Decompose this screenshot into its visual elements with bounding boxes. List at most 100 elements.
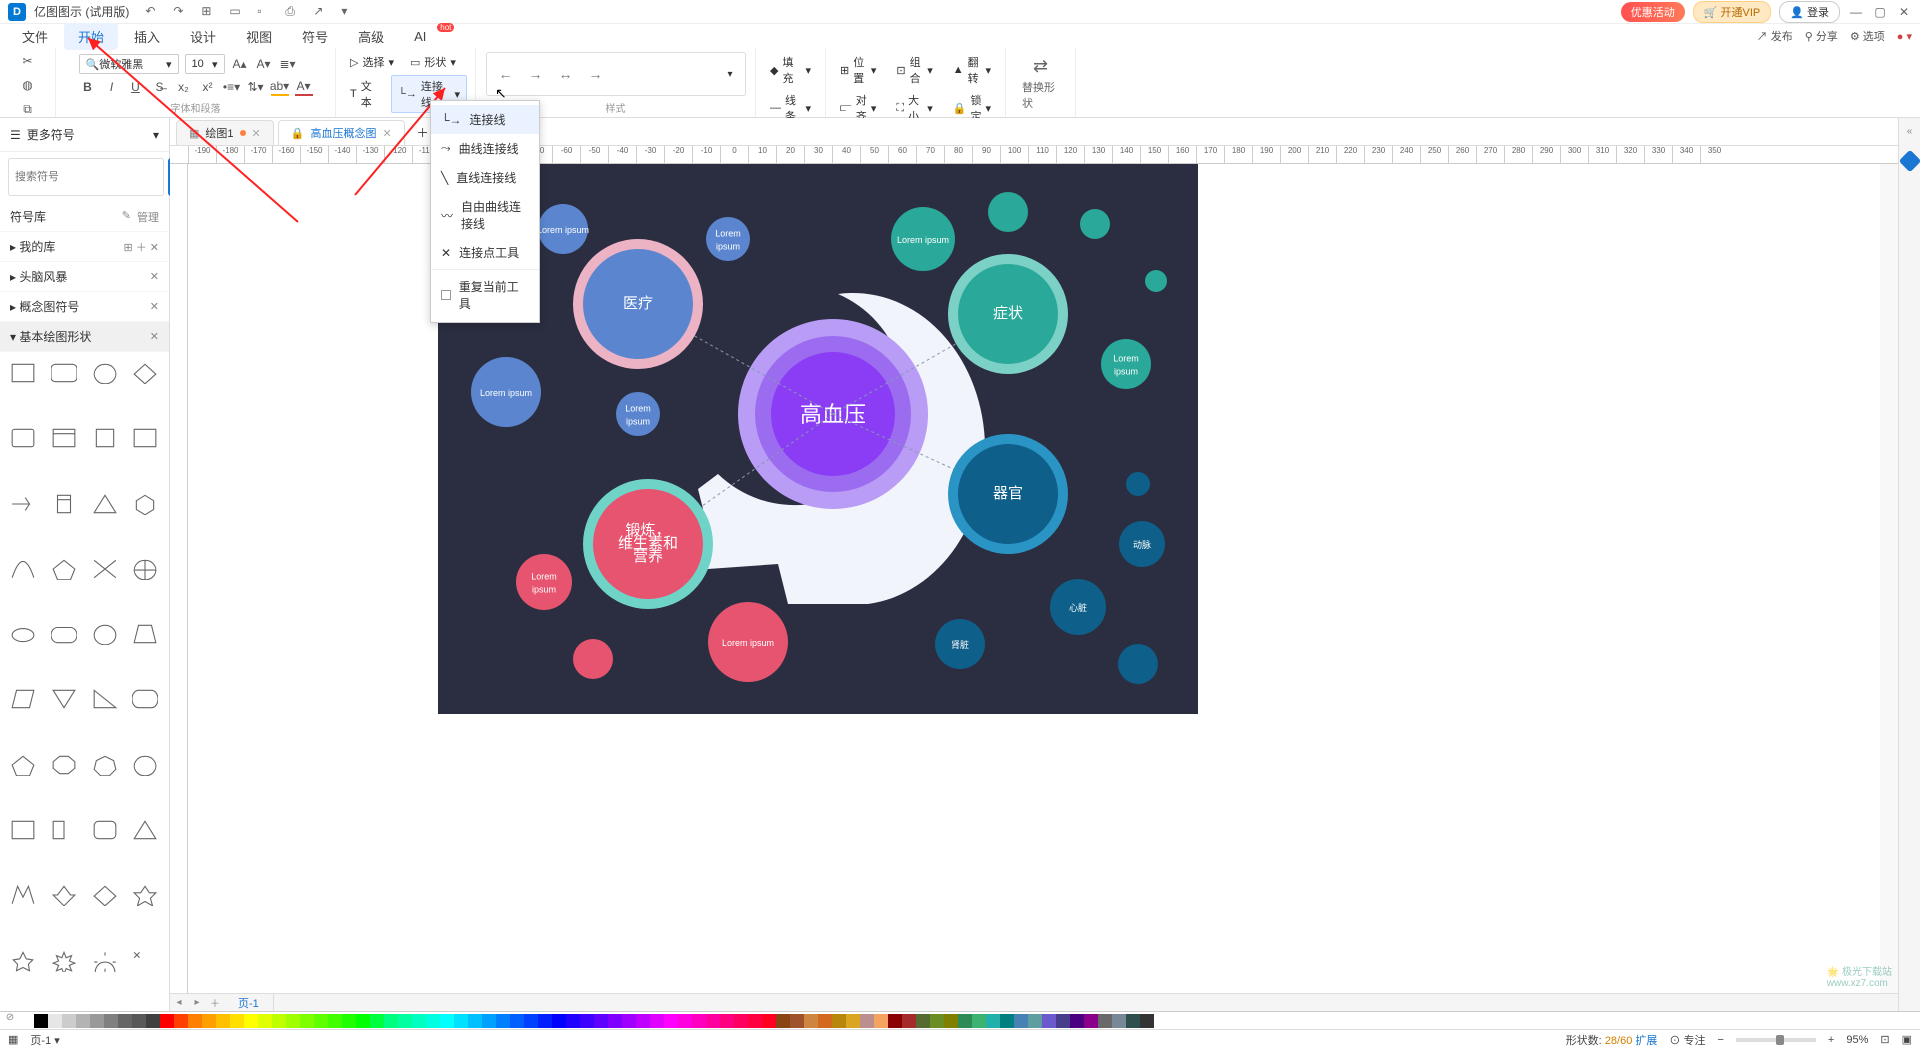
flip-button[interactable]: ▲ 翻转▾: [947, 52, 997, 88]
shape-12[interactable]: [8, 556, 38, 582]
print-icon[interactable]: ⎙: [285, 4, 301, 20]
color-swatch[interactable]: [818, 1014, 832, 1028]
color-swatch[interactable]: [748, 1014, 762, 1028]
color-swatch[interactable]: [286, 1014, 300, 1028]
color-swatch[interactable]: [552, 1014, 566, 1028]
color-swatch[interactable]: [76, 1014, 90, 1028]
page-indicator-icon[interactable]: ▦: [8, 1033, 18, 1046]
minimize-icon[interactable]: —: [1848, 5, 1864, 19]
color-swatch[interactable]: [874, 1014, 888, 1028]
shape-30[interactable]: [90, 817, 120, 843]
color-swatch[interactable]: [384, 1014, 398, 1028]
shape-22[interactable]: [90, 686, 120, 712]
color-swatch[interactable]: [1084, 1014, 1098, 1028]
color-swatch[interactable]: [300, 1014, 314, 1028]
shape-23[interactable]: [130, 686, 160, 712]
shape-2[interactable]: [90, 360, 120, 386]
save-icon[interactable]: ▫: [257, 4, 273, 20]
color-swatch[interactable]: [538, 1014, 552, 1028]
color-swatch[interactable]: [594, 1014, 608, 1028]
color-swatch[interactable]: [692, 1014, 706, 1028]
menu-right-分享[interactable]: ⚲ 分享: [1805, 28, 1838, 44]
color-swatch[interactable]: [230, 1014, 244, 1028]
color-swatch[interactable]: [790, 1014, 804, 1028]
color-swatch[interactable]: [608, 1014, 622, 1028]
color-swatch[interactable]: [1000, 1014, 1014, 1028]
color-swatch[interactable]: [104, 1014, 118, 1028]
section-概念图符号[interactable]: ▸ 概念图符号✕: [0, 292, 169, 322]
page-prev-icon[interactable]: ◂: [170, 997, 188, 1008]
shape-8[interactable]: [8, 491, 38, 517]
maximize-icon[interactable]: ▢: [1872, 5, 1888, 19]
color-swatch[interactable]: [860, 1014, 874, 1028]
color-swatch[interactable]: [1014, 1014, 1028, 1028]
color-swatch[interactable]: [328, 1014, 342, 1028]
color-swatch[interactable]: [454, 1014, 468, 1028]
shape-18[interactable]: [90, 621, 120, 647]
copy-icon[interactable]: ⧉: [19, 100, 37, 118]
color-swatch[interactable]: [398, 1014, 412, 1028]
section-我的库[interactable]: ▸ 我的库⊞ ＋ ✕: [0, 232, 169, 262]
color-swatch[interactable]: [118, 1014, 132, 1028]
section-基本绘图形状[interactable]: ▾ 基本绘图形状✕: [0, 322, 169, 352]
position-button[interactable]: ⊞ 位置▾: [834, 52, 882, 88]
shape-16[interactable]: [8, 621, 38, 647]
shape-26[interactable]: [90, 752, 120, 778]
replace-shape-button[interactable]: ⇄ 替换形状: [1014, 52, 1067, 115]
color-swatch[interactable]: [734, 1014, 748, 1028]
color-swatch[interactable]: [622, 1014, 636, 1028]
color-swatch[interactable]: [90, 1014, 104, 1028]
color-swatch[interactable]: [1140, 1014, 1154, 1028]
shape-27[interactable]: [130, 752, 160, 778]
menu-item-连接线[interactable]: └→连接线: [431, 105, 539, 134]
color-swatch[interactable]: [202, 1014, 216, 1028]
color-swatch[interactable]: [720, 1014, 734, 1028]
color-swatch[interactable]: [1070, 1014, 1084, 1028]
collapse-right-icon[interactable]: «: [1907, 126, 1913, 137]
shape-7[interactable]: [130, 425, 160, 451]
color-swatch[interactable]: [216, 1014, 230, 1028]
shape-3[interactable]: [130, 360, 160, 386]
more-icon[interactable]: ▾: [341, 4, 357, 20]
shape-14[interactable]: [90, 556, 120, 582]
shape-20[interactable]: [8, 686, 38, 712]
brush-icon[interactable]: ◍: [19, 76, 37, 94]
section-头脑风暴[interactable]: ▸ 头脑风暴✕: [0, 262, 169, 292]
shape-10[interactable]: [90, 491, 120, 517]
shape-17[interactable]: [49, 621, 79, 647]
color-swatch[interactable]: [972, 1014, 986, 1028]
color-swatch[interactable]: [244, 1014, 258, 1028]
shape-19[interactable]: [130, 621, 160, 647]
shape-0[interactable]: [8, 360, 38, 386]
shape-39[interactable]: [130, 948, 160, 974]
shape-38[interactable]: [90, 948, 120, 974]
shape-13[interactable]: [49, 556, 79, 582]
group-button[interactable]: ⊡ 组合▾: [890, 52, 938, 88]
shape-9[interactable]: [49, 491, 79, 517]
color-swatch[interactable]: [1042, 1014, 1056, 1028]
no-color-icon[interactable]: ⊘: [0, 1012, 20, 1029]
zoom-out-icon[interactable]: −: [1717, 1034, 1723, 1046]
color-swatch[interactable]: [804, 1014, 818, 1028]
color-swatch[interactable]: [468, 1014, 482, 1028]
color-swatch[interactable]: [1098, 1014, 1112, 1028]
menu-tab-AI[interactable]: AIhot: [400, 25, 440, 48]
menu-item-连接点工具[interactable]: ✕连接点工具: [431, 238, 539, 267]
color-swatch[interactable]: [174, 1014, 188, 1028]
color-swatch[interactable]: [566, 1014, 580, 1028]
shape-11[interactable]: [130, 491, 160, 517]
diagram[interactable]: 高血压医疗症状器官锻炼，维生素和营养Lorem ipsumLoremipsumL…: [438, 164, 1198, 714]
color-swatch[interactable]: [1028, 1014, 1042, 1028]
fit-width-icon[interactable]: ⊡: [1880, 1033, 1889, 1046]
redo-icon[interactable]: ↷: [173, 4, 189, 20]
shape-tool[interactable]: ▭ 形状 ▾: [404, 52, 462, 72]
shape-28[interactable]: [8, 817, 38, 843]
style-gallery[interactable]: ← → ↔ → ▾: [486, 52, 746, 96]
color-swatch[interactable]: [314, 1014, 328, 1028]
menu-item-自由曲线连接线[interactable]: 〰自由曲线连接线: [431, 192, 539, 238]
fill-button[interactable]: ◆ 填充 ▾: [764, 52, 817, 88]
format-panel-icon[interactable]: [1898, 150, 1920, 173]
page-tab[interactable]: 页-1: [224, 993, 274, 1012]
color-swatch[interactable]: [664, 1014, 678, 1028]
color-swatch[interactable]: [846, 1014, 860, 1028]
